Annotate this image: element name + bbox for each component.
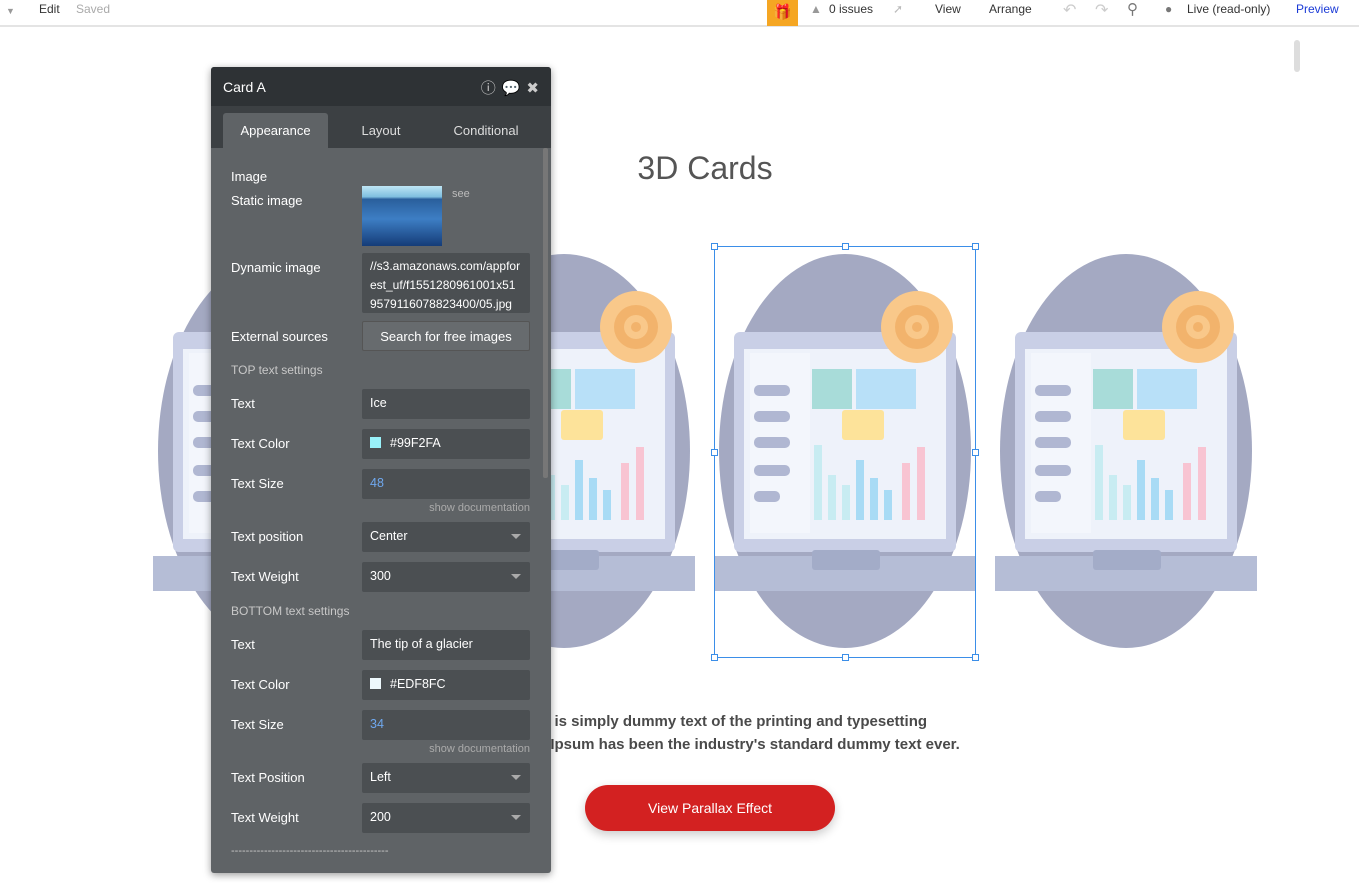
dropdown-value: Left	[370, 770, 391, 784]
bottom-color-label: Text Color	[231, 677, 290, 692]
undo-icon[interactable]: ↶	[1063, 0, 1076, 20]
top-color-label: Text Color	[231, 436, 290, 451]
saved-status: Saved	[76, 2, 111, 16]
bottom-weight-dropdown[interactable]: 200	[362, 803, 530, 833]
divider-text: ----------------------------------------…	[231, 845, 389, 857]
chevron-down-icon	[511, 534, 521, 544]
resize-handle[interactable]	[711, 654, 718, 661]
see-link[interactable]: see	[452, 188, 470, 200]
paragraph-line: m is simply dummy text of the printing a…	[537, 713, 928, 730]
image-section-label: Image	[231, 169, 268, 184]
pointer-icon[interactable]: ➚	[893, 2, 903, 16]
show-documentation-link[interactable]: show documentation	[429, 502, 530, 514]
scrollbar[interactable]	[1294, 40, 1300, 72]
page-title: 3D Cards	[637, 150, 773, 186]
view-menu[interactable]: View	[935, 2, 961, 16]
view-parallax-button[interactable]: View Parallax Effect	[585, 785, 835, 831]
bottom-weight-label: Text Weight	[231, 810, 299, 825]
chevron-down-icon	[511, 815, 521, 825]
top-text-input[interactable]: Ice	[362, 389, 530, 419]
resize-handle[interactable]	[842, 654, 849, 661]
dropdown-value: 200	[370, 810, 391, 824]
color-swatch	[370, 437, 381, 448]
resize-handle[interactable]	[972, 654, 979, 661]
close-icon[interactable]: ✖	[526, 80, 545, 97]
top-size-label: Text Size	[231, 476, 284, 491]
chevron-down-icon	[511, 574, 521, 584]
bottom-position-dropdown[interactable]: Left	[362, 763, 530, 793]
gift-icon[interactable]: 🎁	[767, 0, 798, 26]
search-icon[interactable]: ⚲	[1127, 0, 1138, 18]
bottom-color-picker[interactable]: #EDF8FC	[362, 670, 530, 700]
top-weight-dropdown[interactable]: 300	[362, 562, 530, 592]
arrange-menu[interactable]: Arrange	[989, 2, 1032, 16]
external-sources-label: External sources	[231, 329, 328, 344]
top-weight-label: Text Weight	[231, 569, 299, 584]
redo-icon[interactable]: ↷	[1095, 0, 1108, 20]
info-icon[interactable]: ⓘ	[481, 80, 502, 97]
tab-layout[interactable]: Layout	[331, 113, 431, 148]
search-free-images-button[interactable]: Search for free images	[362, 321, 530, 351]
card-illustration[interactable]	[995, 245, 1257, 657]
live-status[interactable]: Live (read-only)	[1187, 2, 1270, 16]
color-value: #99F2FA	[390, 436, 441, 450]
resize-handle[interactable]	[842, 243, 849, 250]
issues-button[interactable]: 0 issues	[829, 2, 873, 16]
dynamic-image-field[interactable]: //s3.amazonaws.com/appforest_uf/f1551280…	[362, 253, 530, 313]
globe-icon: ●	[1165, 2, 1173, 16]
menu-caret-icon[interactable]: ▼	[6, 6, 15, 16]
warning-icon: ▲	[810, 2, 822, 16]
static-image-label: Static image	[231, 193, 303, 208]
property-editor-panel: Card A ⓘ💬✖ Appearance Layout Conditional…	[211, 67, 551, 873]
resize-handle[interactable]	[711, 449, 718, 456]
bottom-text-label: Text	[231, 637, 255, 652]
resize-handle[interactable]	[972, 243, 979, 250]
bottom-size-label: Text Size	[231, 717, 284, 732]
top-toolbar: ▼ Edit Saved 🎁 ▲ 0 issues ➚ View Arrange…	[0, 0, 1359, 27]
edit-menu[interactable]: Edit	[39, 2, 60, 16]
panel-header[interactable]: Card A ⓘ💬✖	[211, 67, 551, 106]
dropdown-value: 300	[370, 569, 391, 583]
panel-scrollbar[interactable]	[543, 148, 548, 478]
resize-handle[interactable]	[711, 243, 718, 250]
dynamic-image-label: Dynamic image	[231, 260, 321, 275]
show-documentation-link[interactable]: show documentation	[429, 743, 530, 755]
comment-icon[interactable]: 💬	[502, 80, 527, 97]
top-text-label: Text	[231, 396, 255, 411]
dropdown-value: Center	[370, 529, 408, 543]
top-position-dropdown[interactable]: Center	[362, 522, 530, 552]
top-section-label: TOP text settings	[231, 363, 323, 377]
bottom-size-input[interactable]: 34	[362, 710, 530, 740]
top-size-input[interactable]: 48	[362, 469, 530, 499]
selection-box[interactable]	[711, 243, 979, 661]
color-value: #EDF8FC	[390, 677, 446, 691]
paragraph-line: n Ipsum has been the industry's standard…	[537, 736, 960, 753]
bottom-position-label: Text Position	[231, 770, 305, 785]
static-image-thumbnail[interactable]	[362, 186, 442, 246]
top-color-picker[interactable]: #99F2FA	[362, 429, 530, 459]
color-swatch	[370, 678, 381, 689]
chevron-down-icon	[511, 775, 521, 785]
resize-handle[interactable]	[972, 449, 979, 456]
tab-conditional[interactable]: Conditional	[436, 113, 536, 148]
preview-link[interactable]: Preview	[1296, 2, 1339, 16]
bottom-text-input[interactable]: The tip of a glacier	[362, 630, 530, 660]
top-position-label: Text position	[231, 529, 304, 544]
panel-title: Card A	[223, 79, 266, 95]
tab-appearance[interactable]: Appearance	[223, 113, 328, 148]
bottom-section-label: BOTTOM text settings	[231, 604, 350, 618]
